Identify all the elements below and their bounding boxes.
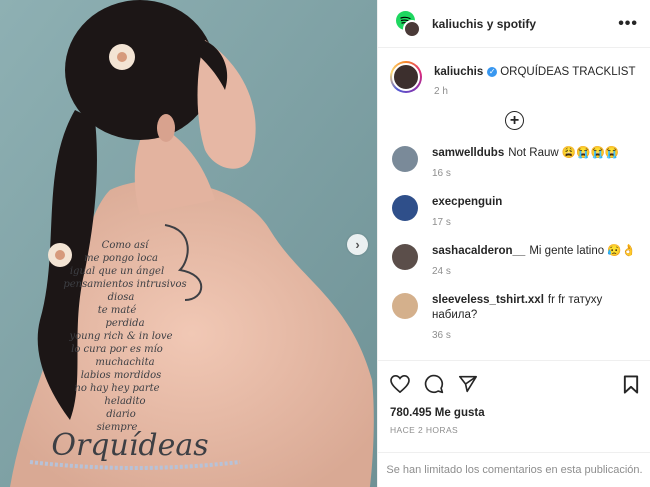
likes-count[interactable]: 780.495 Me gusta xyxy=(390,407,639,419)
tattoo-line: pensamientos intrusivos xyxy=(63,279,186,290)
story-ring-avatar[interactable] xyxy=(390,61,422,93)
tattoo-line: lo cura por es mío xyxy=(71,344,163,355)
comment-username[interactable]: samwelldubs xyxy=(432,147,504,159)
caption-text: ORQUÍDEAS TRACKLIST xyxy=(500,66,636,78)
comment-avatar[interactable] xyxy=(392,244,418,270)
comment-time: 36 s xyxy=(432,330,451,341)
heart-icon[interactable] xyxy=(390,375,410,393)
tattoo-line: labios mordidos xyxy=(81,370,162,381)
post-caption: kaliuchis ✓ ORQUÍDEAS TRACKLIST 2 h xyxy=(378,49,650,97)
tattoo-title: Orquídeas xyxy=(51,428,208,463)
comment-username[interactable]: sashacalderon__ xyxy=(432,245,525,257)
next-image-button[interactable]: › xyxy=(347,234,368,255)
post-photo: Como así me pongo loca igual que un ángel p… xyxy=(0,0,377,487)
comment-time: 17 s xyxy=(432,217,451,228)
post-actions: 780.495 Me gusta Hace 2 horas xyxy=(378,360,650,435)
comment-item: execpenguin 17 s xyxy=(378,195,650,228)
load-more-comments[interactable]: + xyxy=(378,111,650,130)
comment-avatar[interactable] xyxy=(392,293,418,319)
caption-username[interactable]: kaliuchis xyxy=(434,66,483,78)
share-icon[interactable] xyxy=(458,375,478,393)
tattoo-line: muchachita xyxy=(95,357,154,368)
post-media[interactable]: Como así me pongo loca igual que un ángel p… xyxy=(0,0,377,487)
collab-avatars[interactable] xyxy=(392,9,422,39)
comment-item: sleeveless_tshirt.xxl fr fr татуху набила… xyxy=(378,293,650,341)
comment-text: Mi gente latino 😥👌 xyxy=(529,245,636,257)
comment-avatar[interactable] xyxy=(392,195,418,221)
comment-username[interactable]: execpenguin xyxy=(432,196,502,208)
post-header-title[interactable]: kaliuchis y spotify xyxy=(432,17,618,31)
comment-time: 16 s xyxy=(432,168,451,179)
tattoo-line: me pongo loca xyxy=(84,253,158,264)
avatar xyxy=(403,19,421,38)
tattoo-line: young rich & in love xyxy=(68,331,172,342)
post-header: kaliuchis y spotify ••• xyxy=(378,0,650,48)
orchid-top xyxy=(109,44,135,70)
comment-time: 24 s xyxy=(432,266,451,277)
comment-text: Not Rauw 😩😭😭😭 xyxy=(508,147,620,159)
orchid-left xyxy=(48,243,72,267)
plus-circle-icon[interactable]: + xyxy=(505,111,524,130)
caption-time: 2 h xyxy=(434,86,448,97)
tattoo-line: igual que un ángel xyxy=(70,266,164,277)
tattoo-line: heladito xyxy=(104,396,145,407)
tattoo-line: perdida xyxy=(105,318,144,329)
comment-item: sashacalderon__ Mi gente latino 😥👌 24 s xyxy=(378,244,650,277)
comment-avatar[interactable] xyxy=(392,146,418,172)
comment-icon[interactable] xyxy=(424,374,444,394)
tattoo-line: diosa xyxy=(108,292,135,303)
more-options-icon[interactable]: ••• xyxy=(618,15,638,33)
comment-item: samwelldubs Not Rauw 😩😭😭😭 16 s xyxy=(378,146,650,179)
comments-limited-notice: Se han limitado los comentarios en esta … xyxy=(378,452,650,487)
bookmark-icon[interactable] xyxy=(623,374,639,394)
tattoo-line: te maté xyxy=(98,305,137,316)
comments-list[interactable]: kaliuchis ✓ ORQUÍDEAS TRACKLIST 2 h + samw… xyxy=(378,49,650,365)
post-side-panel: kaliuchis y spotify ••• kaliuchis ✓ ORQUÍD… xyxy=(377,0,650,487)
tattoo-line: no hay hey parte xyxy=(74,383,159,394)
comment-username[interactable]: sleeveless_tshirt.xxl xyxy=(432,294,544,306)
tattoo-line: Como así xyxy=(102,240,150,251)
tattoo-line: diario xyxy=(106,409,136,420)
verified-badge-icon: ✓ xyxy=(487,66,498,77)
post-timestamp: Hace 2 horas xyxy=(390,425,459,435)
